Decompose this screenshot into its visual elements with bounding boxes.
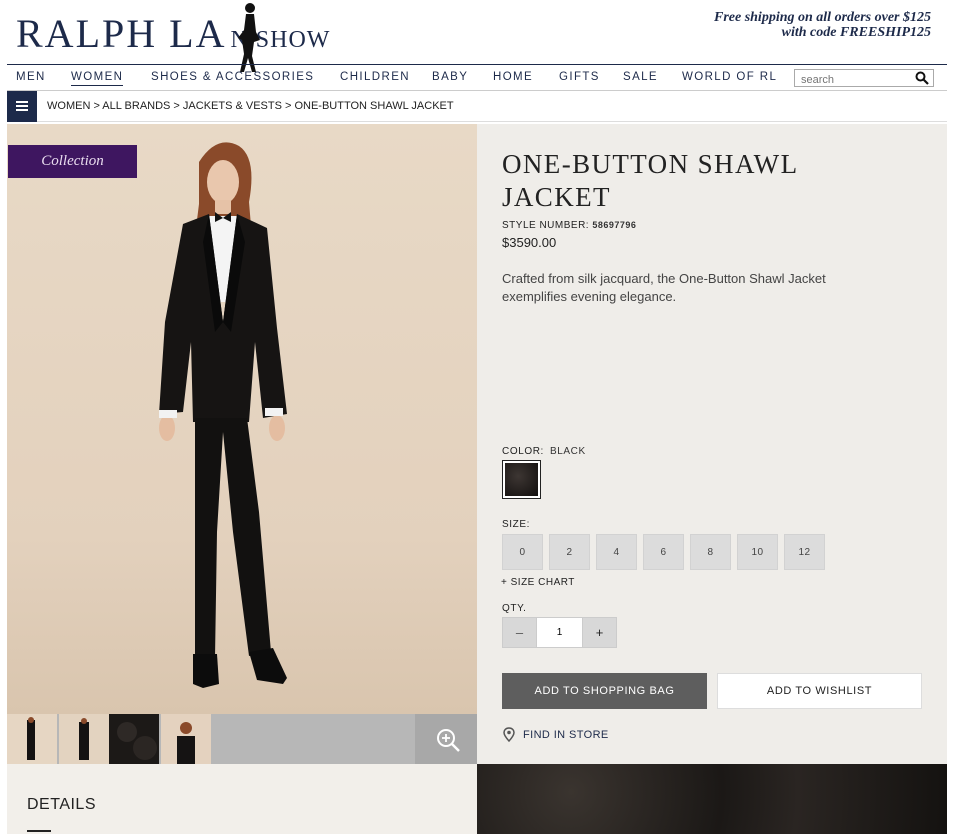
add-to-wishlist-button[interactable]: ADD TO WISHLIST bbox=[717, 673, 922, 709]
product-info-panel: ONE-BUTTON SHAWL JACKET STYLE NUMBER: 58… bbox=[477, 124, 947, 764]
details-underline bbox=[27, 830, 51, 832]
nav-item-women[interactable]: WOMEN bbox=[71, 71, 124, 86]
size-chart-link[interactable]: + SIZE CHART bbox=[501, 577, 575, 588]
thumbnail-3[interactable] bbox=[109, 714, 159, 764]
size-option-2[interactable]: 2 bbox=[549, 534, 590, 570]
collection-badge: Collection bbox=[8, 145, 137, 178]
add-to-bag-button[interactable]: ADD TO SHOPPING BAG bbox=[502, 673, 707, 709]
nav-item-home[interactable]: HOME bbox=[493, 71, 533, 83]
nav-item-gifts[interactable]: GIFTS bbox=[559, 71, 600, 83]
nav-item-world-of-rl[interactable]: WORLD OF RL bbox=[682, 71, 777, 83]
size-label: SIZE: bbox=[502, 519, 531, 530]
free-shipping-promo[interactable]: Free shipping on all orders over $125 wi… bbox=[714, 10, 931, 40]
nav-item-shoes-accessories[interactable]: SHOES & ACCESSORIES bbox=[151, 71, 314, 83]
product-description: Crafted from silk jacquard, the One-Butt… bbox=[502, 271, 826, 304]
promo-line-2: with code FREESHIP125 bbox=[781, 25, 931, 40]
color-value: BLACK bbox=[549, 446, 586, 457]
color-label: COLOR: BLACK bbox=[502, 446, 586, 457]
color-label-text: COLOR: bbox=[502, 446, 544, 457]
thumbnail-4[interactable] bbox=[161, 714, 211, 764]
thumbnail-strip bbox=[7, 714, 477, 764]
details-section: DETAILS bbox=[7, 764, 477, 834]
nav-item-children[interactable]: CHILDREN bbox=[340, 71, 410, 83]
map-pin-icon bbox=[503, 727, 515, 743]
hamburger-menu-icon[interactable] bbox=[7, 91, 37, 122]
find-in-store-label: FIND IN STORE bbox=[523, 729, 609, 741]
size-option-6[interactable]: 6 bbox=[643, 534, 684, 570]
nav-item-baby[interactable]: BABY bbox=[432, 71, 468, 83]
zoom-in-icon bbox=[437, 729, 460, 752]
runway-figure-icon bbox=[238, 3, 260, 72]
zoom-button[interactable] bbox=[415, 714, 477, 764]
breadcrumb-bar: WOMEN > ALL BRANDS > JACKETS & VESTS > O… bbox=[7, 91, 947, 122]
nav-item-men[interactable]: MEN bbox=[16, 71, 46, 83]
qty-input[interactable] bbox=[537, 618, 582, 647]
color-swatch-black[interactable] bbox=[502, 460, 541, 499]
product-price: $3590.00 bbox=[502, 235, 557, 250]
promo-line-1: Free shipping on all orders over $125 bbox=[713, 10, 931, 25]
size-option-8[interactable]: 8 bbox=[690, 534, 731, 570]
style-number: STYLE NUMBER: 58697796 bbox=[502, 220, 636, 231]
fabric-detail-image bbox=[477, 764, 947, 834]
brand-logo[interactable]: RALPH LA N SHOW bbox=[16, 3, 330, 72]
qty-decrease-button[interactable]: – bbox=[503, 618, 537, 647]
breadcrumb[interactable]: WOMEN > ALL BRANDS > JACKETS & VESTS > O… bbox=[47, 100, 454, 112]
main-nav: MEN WOMEN SHOES & ACCESSORIES CHILDREN B… bbox=[7, 64, 947, 91]
product-main-image[interactable]: Collection bbox=[7, 124, 477, 714]
find-in-store-link[interactable]: FIND IN STORE bbox=[502, 727, 609, 743]
search-input[interactable] bbox=[795, 72, 905, 88]
thumbnail-1[interactable] bbox=[7, 714, 57, 764]
thumbnail-2[interactable] bbox=[59, 714, 109, 764]
size-option-12[interactable]: 12 bbox=[784, 534, 825, 570]
size-option-0[interactable]: 0 bbox=[502, 534, 543, 570]
details-title[interactable]: DETAILS bbox=[27, 796, 96, 814]
search-icon[interactable] bbox=[915, 71, 929, 85]
qty-label: QTY. bbox=[502, 603, 527, 614]
search-box bbox=[794, 69, 934, 88]
model-photo bbox=[159, 142, 287, 688]
size-option-10[interactable]: 10 bbox=[737, 534, 778, 570]
qty-increase-button[interactable]: + bbox=[582, 618, 616, 647]
logo-main-text: RALPH LA bbox=[16, 11, 227, 56]
product-title: ONE-BUTTON SHAWL JACKET bbox=[502, 149, 798, 212]
style-number-value: 58697796 bbox=[592, 220, 637, 230]
size-option-4[interactable]: 4 bbox=[596, 534, 637, 570]
style-number-label: STYLE NUMBER: bbox=[502, 220, 590, 231]
site-header: RALPH LA N SHOW Free shipping on all ord… bbox=[0, 0, 953, 72]
quantity-stepper: – + bbox=[502, 617, 617, 648]
nav-item-sale[interactable]: SALE bbox=[623, 71, 658, 83]
